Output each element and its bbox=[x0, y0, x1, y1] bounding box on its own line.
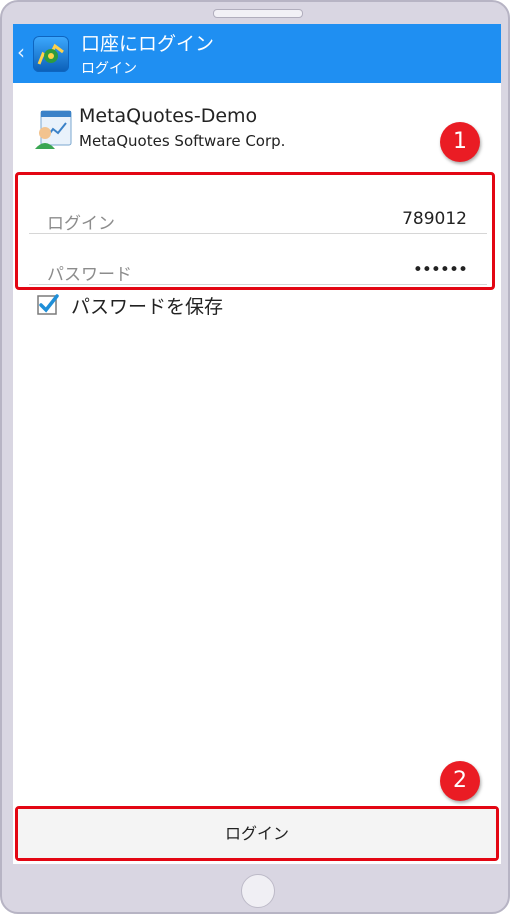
login-field-value[interactable]: 789012 bbox=[402, 209, 467, 229]
speaker-grille bbox=[213, 9, 303, 18]
device-frame: ‹ 口座にログイン ログイン MetaQuotes-Demo MetaQuote bbox=[0, 0, 510, 914]
screen-title: 口座にログイン bbox=[81, 33, 215, 55]
app-bar: ‹ 口座にログイン ログイン bbox=[13, 24, 501, 83]
app-screen: ‹ 口座にログイン ログイン MetaQuotes-Demo MetaQuote bbox=[13, 24, 501, 864]
login-field-label: ログイン bbox=[47, 214, 115, 234]
login-button[interactable]: ログイン bbox=[18, 809, 496, 858]
save-password-checkbox[interactable] bbox=[37, 293, 59, 315]
server-company: MetaQuotes Software Corp. bbox=[79, 132, 286, 150]
password-field-underline bbox=[29, 284, 487, 285]
server-name: MetaQuotes-Demo bbox=[79, 105, 258, 127]
save-password-label[interactable]: パスワードを保存 bbox=[71, 292, 223, 319]
password-field-label: パスワード bbox=[47, 265, 132, 285]
home-button[interactable] bbox=[241, 874, 275, 908]
password-field-value[interactable]: •••••• bbox=[413, 260, 468, 280]
annotation-badge-1: 1 bbox=[440, 122, 480, 162]
login-field-underline bbox=[29, 233, 487, 234]
metatrader-app-icon[interactable] bbox=[33, 36, 69, 72]
screen-subtitle: ログイン bbox=[81, 61, 137, 77]
annotation-badge-2: 2 bbox=[440, 761, 480, 801]
server-user-icon bbox=[33, 107, 77, 151]
chevron-left-icon[interactable]: ‹ bbox=[17, 40, 25, 64]
